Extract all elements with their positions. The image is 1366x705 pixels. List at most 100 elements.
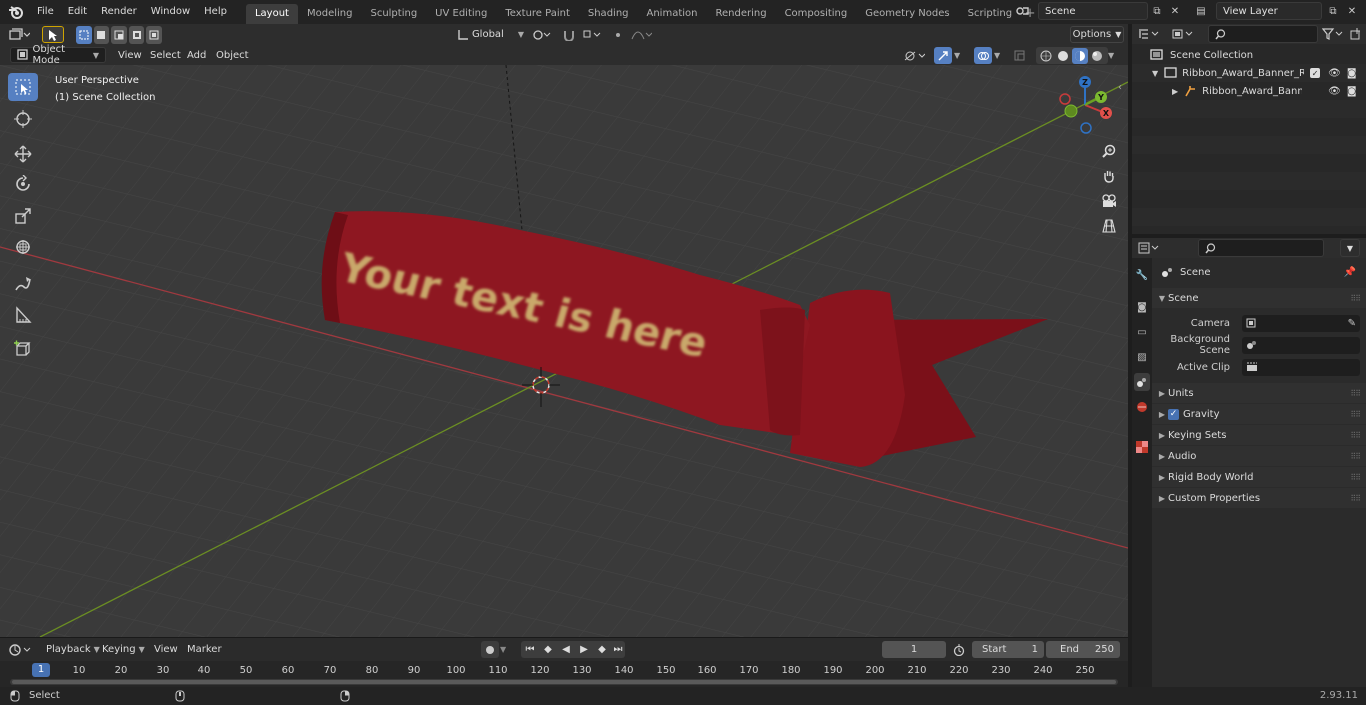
marker-menu[interactable]: Marker bbox=[187, 641, 222, 658]
menu-object[interactable]: Object bbox=[216, 47, 249, 64]
drag-grip-icon[interactable]: ⠿⠿ bbox=[1350, 452, 1361, 461]
rotate-tool[interactable] bbox=[8, 170, 38, 198]
expand-right-icon[interactable]: ▶ bbox=[1172, 87, 1178, 96]
end-frame-field[interactable]: End 250 bbox=[1046, 641, 1120, 658]
transform-orientation-dropdown[interactable]: Global ▼ bbox=[456, 26, 524, 43]
tab-sculpting[interactable]: Sculpting bbox=[361, 4, 426, 24]
gizmo-neg-x[interactable] bbox=[1059, 93, 1071, 105]
timeline-editor-type-icon[interactable] bbox=[8, 641, 36, 658]
measure-tool[interactable] bbox=[8, 301, 38, 329]
options-dropdown[interactable]: Options ▼ bbox=[1070, 26, 1124, 43]
view-layer-field[interactable]: View Layer bbox=[1216, 2, 1322, 20]
pin-icon[interactable]: 📌 bbox=[1344, 267, 1356, 278]
overlays-toggle-icon[interactable] bbox=[974, 47, 992, 64]
menu-help[interactable]: Help bbox=[197, 3, 234, 21]
select-subtract-icon[interactable] bbox=[111, 25, 127, 44]
drag-grip-icon[interactable]: ⠿⠿ bbox=[1350, 431, 1361, 440]
properties-search-input[interactable] bbox=[1198, 239, 1324, 257]
drag-grip-icon[interactable]: ⠿⠿ bbox=[1350, 410, 1361, 419]
camera-field[interactable]: ✎ bbox=[1242, 314, 1360, 332]
add-view-layer-icon[interactable]: ⧉ bbox=[1324, 2, 1342, 20]
perspective-toggle-icon[interactable] bbox=[1098, 215, 1120, 237]
stopwatch-icon[interactable] bbox=[953, 641, 969, 658]
scene-tab-icon[interactable] bbox=[1134, 373, 1150, 391]
drag-grip-icon[interactable]: ⠿⠿ bbox=[1350, 473, 1361, 482]
snap-icon[interactable] bbox=[562, 26, 580, 43]
object-mode-dropdown[interactable]: Object Mode ▼ bbox=[10, 44, 106, 66]
jump-start-icon[interactable]: ⏮ bbox=[521, 644, 539, 655]
blender-logo-icon[interactable] bbox=[6, 2, 26, 22]
xray-toggle-icon[interactable] bbox=[1014, 47, 1030, 64]
tool-tab-icon[interactable]: 🔧 bbox=[1134, 266, 1150, 284]
tab-animation[interactable]: Animation bbox=[638, 4, 707, 24]
eye-icon[interactable]: 👁 bbox=[1328, 68, 1341, 79]
next-keyframe-icon[interactable]: ◆ bbox=[593, 644, 611, 655]
move-tool[interactable] bbox=[8, 140, 38, 168]
outliner-row-object[interactable]: ▶ Ribbon_Award_Banner_R 👁 ◙ bbox=[1132, 82, 1366, 100]
jump-end-icon[interactable]: ⏭ bbox=[611, 644, 625, 655]
pivot-point-icon[interactable] bbox=[532, 26, 556, 43]
exclude-checkbox-icon[interactable]: ✓ bbox=[1310, 68, 1321, 78]
close-icon[interactable]: ✕ bbox=[1166, 2, 1184, 20]
expand-down-icon[interactable]: ▼ bbox=[1152, 69, 1158, 78]
keying-menu[interactable]: Keying ▼ bbox=[98, 641, 148, 658]
menu-edit[interactable]: Edit bbox=[61, 3, 94, 21]
background-scene-field[interactable] bbox=[1242, 336, 1360, 354]
tab-modeling[interactable]: Modeling bbox=[298, 4, 362, 24]
record-keyframe-icon[interactable] bbox=[481, 641, 499, 658]
pan-hand-icon[interactable] bbox=[1098, 165, 1120, 187]
timeline-scrollbar[interactable] bbox=[10, 679, 1118, 685]
menu-file[interactable]: File bbox=[30, 3, 61, 21]
keying-sets-panel-header[interactable]: ▶ Keying Sets ⠿⠿ bbox=[1152, 425, 1366, 445]
eye-icon[interactable]: 👁 bbox=[1328, 86, 1341, 97]
select-tool-button[interactable] bbox=[42, 26, 64, 43]
menu-view[interactable]: View bbox=[118, 47, 142, 64]
select-invert-icon[interactable] bbox=[128, 25, 145, 44]
timeline-view-menu[interactable]: View bbox=[154, 641, 178, 658]
outliner-editor-type-icon[interactable] bbox=[1138, 26, 1166, 42]
remove-view-layer-icon[interactable]: ✕ bbox=[1343, 2, 1361, 20]
filter-icon[interactable] bbox=[1322, 26, 1348, 42]
proportional-edit-icon[interactable] bbox=[612, 26, 628, 43]
render-tab-icon[interactable]: ◙ bbox=[1134, 298, 1150, 316]
cursor-tool[interactable] bbox=[8, 105, 38, 133]
play-icon[interactable]: ▶ bbox=[575, 644, 593, 655]
select-new-icon[interactable] bbox=[76, 25, 92, 44]
gizmo-neg-z[interactable] bbox=[1080, 122, 1092, 134]
outliner-search-input[interactable] bbox=[1208, 25, 1318, 43]
tab-geometry-nodes[interactable]: Geometry Nodes bbox=[856, 4, 958, 24]
scale-tool[interactable] bbox=[8, 202, 38, 230]
playback-menu[interactable]: Playback ▼ bbox=[40, 641, 100, 658]
frame-cursor[interactable]: 1 bbox=[32, 663, 50, 677]
add-cube-tool[interactable] bbox=[8, 335, 38, 363]
world-tab-icon[interactable] bbox=[1134, 398, 1150, 416]
chevron-down-icon[interactable]: ▼ bbox=[994, 47, 1006, 64]
editor-type-icon[interactable] bbox=[8, 26, 34, 43]
outliner-row-scene-collection[interactable]: Scene Collection bbox=[1132, 46, 1366, 64]
tab-rendering[interactable]: Rendering bbox=[706, 4, 775, 24]
custom-properties-panel-header[interactable]: ▶ Custom Properties ⠿⠿ bbox=[1152, 488, 1366, 508]
display-mode-icon[interactable] bbox=[1172, 26, 1200, 42]
tab-uv-editing[interactable]: UV Editing bbox=[426, 4, 496, 24]
timeline-ruler[interactable]: 1 10 20 30 40 50 60 70 80 90 100 110 120… bbox=[0, 661, 1128, 687]
gizmo-toggle-icon[interactable] bbox=[934, 47, 952, 64]
camera-view-icon[interactable] bbox=[1098, 190, 1120, 212]
annotate-tool[interactable] bbox=[8, 270, 38, 298]
chevron-down-icon[interactable]: ▼ bbox=[500, 641, 514, 658]
chevron-down-icon[interactable]: ▼ bbox=[1340, 239, 1360, 257]
tab-layout[interactable]: Layout bbox=[245, 4, 298, 24]
menu-render[interactable]: Render bbox=[94, 3, 144, 21]
menu-window[interactable]: Window bbox=[144, 3, 197, 21]
camera-render-icon[interactable]: ◙ bbox=[1347, 68, 1357, 79]
scene-panel-header[interactable]: ▼ Scene ⠿⠿ bbox=[1152, 288, 1366, 308]
new-collection-icon[interactable] bbox=[1350, 26, 1364, 42]
duplicate-scene-icon[interactable]: ⧉ bbox=[1148, 2, 1166, 20]
play-reverse-icon[interactable]: ◀ bbox=[557, 644, 575, 655]
units-panel-header[interactable]: ▶ Units ⠿⠿ bbox=[1152, 383, 1366, 403]
select-extend-icon[interactable] bbox=[93, 25, 110, 44]
scene-browse-icon[interactable] bbox=[1012, 2, 1034, 20]
visibility-icon[interactable] bbox=[903, 47, 929, 64]
falloff-icon[interactable] bbox=[630, 26, 656, 43]
menu-add[interactable]: Add bbox=[187, 47, 206, 64]
sidebar-toggle-icon[interactable]: ‹ bbox=[1118, 82, 1122, 93]
